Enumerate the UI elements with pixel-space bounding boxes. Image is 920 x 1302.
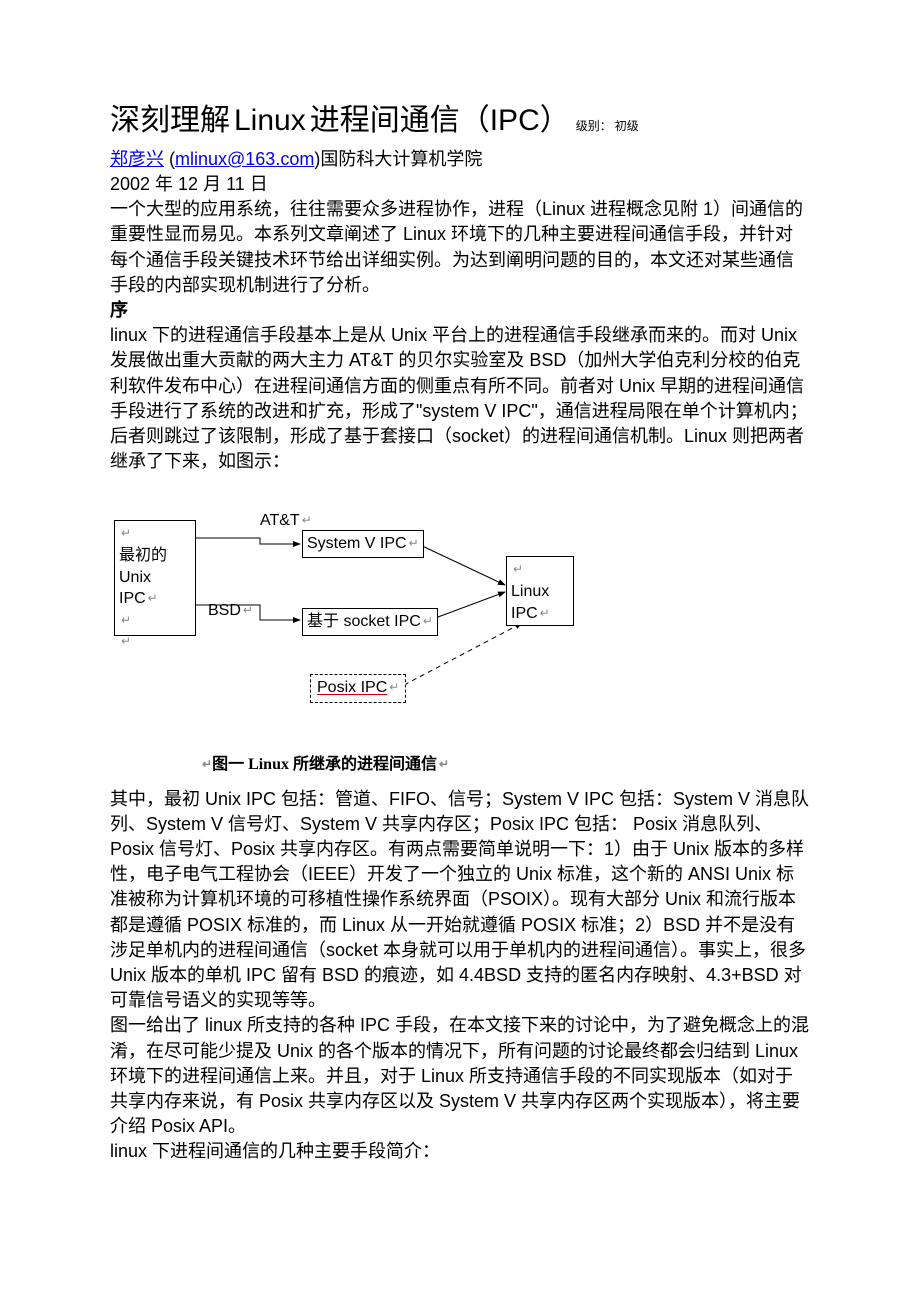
title: 深刻理解Linux进程间通信（IPC） 级别： 初级 [110,100,810,142]
return-icon: ↵ [540,606,550,620]
box-left-line2: Unix [119,569,151,586]
return-icon: ↵ [121,613,131,627]
title-abbr: IPC [490,104,540,137]
diagram-caption: ↵图一 Linux 所继承的进程间通信↵ [200,754,810,776]
title-mid: 进程间通信 [310,104,460,137]
title-prefix: 深刻理解 [110,104,230,137]
diagram-figure: ↵ 最初的 Unix IPC↵ ↵ ↵ AT&T↵ System V IPC↵ … [110,490,810,776]
email-link[interactable]: mlinux@163.com [175,149,314,169]
return-icon: ↵ [439,757,449,771]
diagram-box-original-unix-ipc: ↵ 最初的 Unix IPC↵ ↵ ↵ [114,520,196,636]
title-paren-close: ） [540,104,570,137]
intro-paragraph: 一个大型的应用系统，往往需要众多进程协作，进程（Linux 进程概念见附 1）间… [110,197,810,298]
diagram-label-bsd: BSD↵ [208,600,253,622]
byline: 郑彦兴 (mlinux@163.com)国防科大计算机学院 [110,146,810,172]
diagram-box-socket-ipc: 基于 socket IPC↵ [302,608,438,636]
box-linux-line2: IPC [511,605,538,622]
paragraph-4: linux 下进程间通信的几种主要手段简介： [110,1139,810,1164]
return-icon: ↵ [409,536,419,550]
return-icon: ↵ [513,562,523,576]
box-left-line1: 最初的 [119,547,167,564]
diagram-box-systemv-ipc: System V IPC↵ [302,530,424,558]
return-icon: ↵ [121,634,131,648]
title-meta: 级别： 初级 [576,119,639,133]
return-icon: ↵ [148,591,158,605]
document-page: 深刻理解Linux进程间通信（IPC）级别： 初级 郑彦兴 (mlinux@16… [0,0,920,1302]
return-icon: ↵ [121,526,131,540]
return-icon: ↵ [202,757,212,771]
paragraph-1: linux 下的进程通信手段基本上是从 Unix 平台上的进程通信手段继承而来的… [110,323,810,474]
title-latin: Linux [234,104,306,137]
box-left-line3: IPC [119,590,146,607]
diagram-box-posix-ipc: Posix IPC↵ [310,674,406,702]
diagram-canvas: ↵ 最初的 Unix IPC↵ ↵ ↵ AT&T↵ System V IPC↵ … [110,490,590,750]
publish-date: 2002 年 12 月 11 日 [110,172,810,197]
return-icon: ↵ [423,614,433,628]
return-icon: ↵ [243,603,253,617]
return-icon: ↵ [389,680,399,694]
author-link[interactable]: 郑彦兴 [110,149,164,169]
paragraph-2: 其中，最初 Unix IPC 包括：管道、FIFO、信号；System V IP… [110,787,810,1014]
title-paren-open: （ [460,104,490,137]
return-icon: ↵ [302,513,312,527]
paragraph-3: 图一给出了 linux 所支持的各种 IPC 手段，在本文接下来的讨论中，为了避… [110,1013,810,1139]
byline-paren-open: ( [164,149,175,169]
box-linux-line1: Linux [511,583,549,600]
diagram-box-linux-ipc: ↵ Linux IPC↵ [506,556,574,626]
section-heading: 序 [110,298,810,323]
affiliation: 国防科大计算机学院 [320,149,482,169]
